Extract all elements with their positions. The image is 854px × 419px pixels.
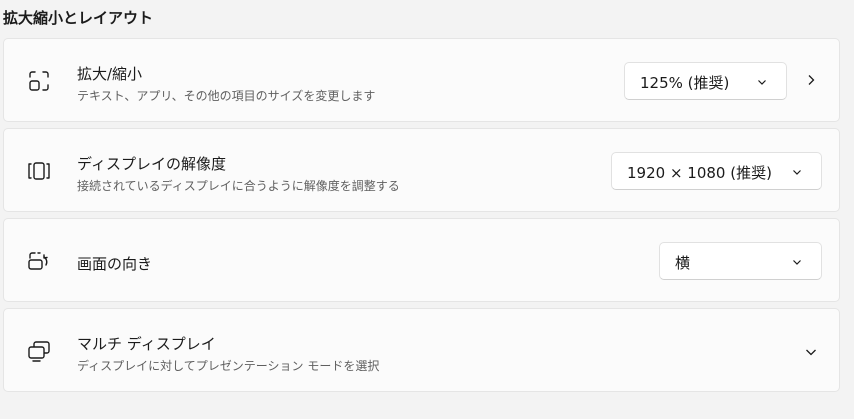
scale-value: 125% (推奨) [640, 74, 730, 92]
orientation-title: 画面の向き [77, 255, 153, 273]
chevron-down-icon [791, 166, 803, 178]
chevron-down-icon [756, 76, 768, 88]
chevron-down-icon[interactable] [804, 345, 818, 359]
resolution-value: 1920 × 1080 (推奨) [627, 164, 772, 182]
scale-icon [26, 68, 52, 94]
resolution-card: ディスプレイの解像度 接続されているディスプレイに合うように解像度を調整する 1… [3, 128, 840, 212]
multi-display-title: マルチ ディスプレイ [77, 335, 216, 353]
orientation-icon [26, 248, 52, 274]
scale-card[interactable]: 拡大/縮小 テキスト、アプリ、その他の項目のサイズを変更します 125% (推奨… [3, 38, 840, 122]
chevron-right-icon[interactable] [804, 73, 818, 87]
resolution-title: ディスプレイの解像度 [77, 155, 226, 173]
scale-dropdown[interactable]: 125% (推奨) [624, 62, 787, 100]
section-title: 拡大縮小とレイアウト [3, 9, 154, 27]
orientation-card: 画面の向き 横 [3, 218, 840, 302]
scale-title: 拡大/縮小 [77, 65, 143, 83]
orientation-value: 横 [675, 254, 691, 272]
orientation-dropdown[interactable]: 横 [659, 242, 822, 280]
scale-description: テキスト、アプリ、その他の項目のサイズを変更します [77, 89, 376, 103]
chevron-down-icon [791, 256, 803, 268]
resolution-icon [26, 158, 52, 184]
multi-display-card[interactable]: マルチ ディスプレイ ディスプレイに対してプレゼンテーション モードを選択 [3, 308, 840, 392]
multi-display-description: ディスプレイに対してプレゼンテーション モードを選択 [77, 359, 380, 373]
resolution-dropdown[interactable]: 1920 × 1080 (推奨) [611, 152, 822, 190]
resolution-description: 接続されているディスプレイに合うように解像度を調整する [77, 179, 400, 193]
multi-display-icon [26, 338, 52, 364]
